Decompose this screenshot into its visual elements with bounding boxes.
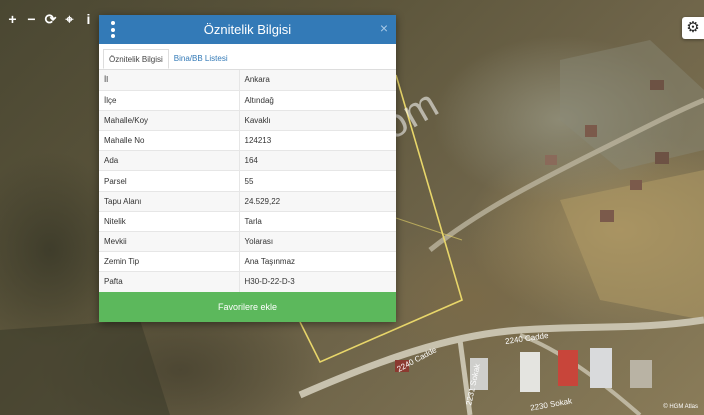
refresh-icon[interactable]: ⟳ bbox=[42, 10, 59, 28]
table-row: Tapu Alanı 24.529,22 bbox=[99, 191, 396, 212]
panel-tabs: Öznitelik Bilgisi Bina/BB Listesi bbox=[99, 44, 396, 70]
attribute-key: Mahalle/Koy bbox=[99, 110, 240, 132]
zoom-in-icon[interactable]: + bbox=[4, 10, 21, 28]
attribute-key: İl bbox=[99, 70, 240, 91]
attribute-value: 55 bbox=[239, 170, 396, 192]
panel-header: Öznitelik Bilgisi × bbox=[99, 15, 396, 44]
attribute-value: Ankara bbox=[239, 70, 396, 91]
locate-icon[interactable]: ⌖ bbox=[61, 10, 78, 28]
table-row: Ada 164 bbox=[99, 150, 396, 172]
tab-attribute-info[interactable]: Öznitelik Bilgisi bbox=[103, 49, 169, 69]
table-row: İl Ankara bbox=[99, 70, 396, 91]
attribute-value: 124213 bbox=[239, 130, 396, 152]
attribute-value: Yolarası bbox=[239, 231, 396, 253]
attribute-info-panel: Öznitelik Bilgisi × Öznitelik Bilgisi Bi… bbox=[99, 15, 396, 322]
attribute-value: 24.529,22 bbox=[239, 191, 396, 212]
settings-gear-icon[interactable]: ⚙ bbox=[682, 17, 704, 39]
attribute-key: Parsel bbox=[99, 170, 240, 192]
table-row: İlçe Altındağ bbox=[99, 90, 396, 111]
map-toolbar: + − ⟳ ⌖ i bbox=[0, 10, 97, 28]
attribute-key: Mevkii bbox=[99, 231, 240, 253]
attribute-value: Ana Taşınmaz bbox=[239, 251, 396, 273]
attribute-key: İlçe bbox=[99, 90, 240, 111]
attribute-key: Tapu Alanı bbox=[99, 191, 240, 212]
map-attribution: © HGM Atlas bbox=[663, 404, 698, 410]
table-row: Mahalle No 124213 bbox=[99, 130, 396, 152]
attribute-key: Mahalle No bbox=[99, 130, 240, 152]
panel-title: Öznitelik Bilgisi bbox=[203, 22, 292, 37]
table-row: Mevkii Yolarası bbox=[99, 231, 396, 253]
table-row: Mahalle/Koy Kavaklı bbox=[99, 110, 396, 132]
table-row: Zemin Tip Ana Taşınmaz bbox=[99, 251, 396, 273]
table-row: Nitelik Tarla bbox=[99, 211, 396, 233]
attribute-value: Kavaklı bbox=[239, 110, 396, 132]
attribute-value: 164 bbox=[239, 150, 396, 172]
attribute-key: Pafta bbox=[99, 271, 240, 293]
table-row: Pafta H30-D-22-D-3 bbox=[99, 271, 396, 293]
table-row: Parsel 55 bbox=[99, 170, 396, 192]
info-icon[interactable]: i bbox=[80, 10, 97, 28]
add-to-favorites-button[interactable]: Favorilere ekle bbox=[99, 292, 396, 322]
attribute-value: Tarla bbox=[239, 211, 396, 233]
attribute-key: Ada bbox=[99, 150, 240, 172]
attribute-table: İl Ankara İlçe Altındağ Mahalle/Koy Kavaklı Ma… bbox=[99, 70, 396, 293]
tab-building-list[interactable]: Bina/BB Listesi bbox=[169, 49, 233, 69]
attribute-value: Altındağ bbox=[239, 90, 396, 111]
attribute-key: Nitelik bbox=[99, 211, 240, 233]
attribute-key: Zemin Tip bbox=[99, 251, 240, 273]
attribute-value: H30-D-22-D-3 bbox=[239, 271, 396, 293]
zoom-out-icon[interactable]: − bbox=[23, 10, 40, 28]
close-icon[interactable]: × bbox=[380, 20, 388, 36]
